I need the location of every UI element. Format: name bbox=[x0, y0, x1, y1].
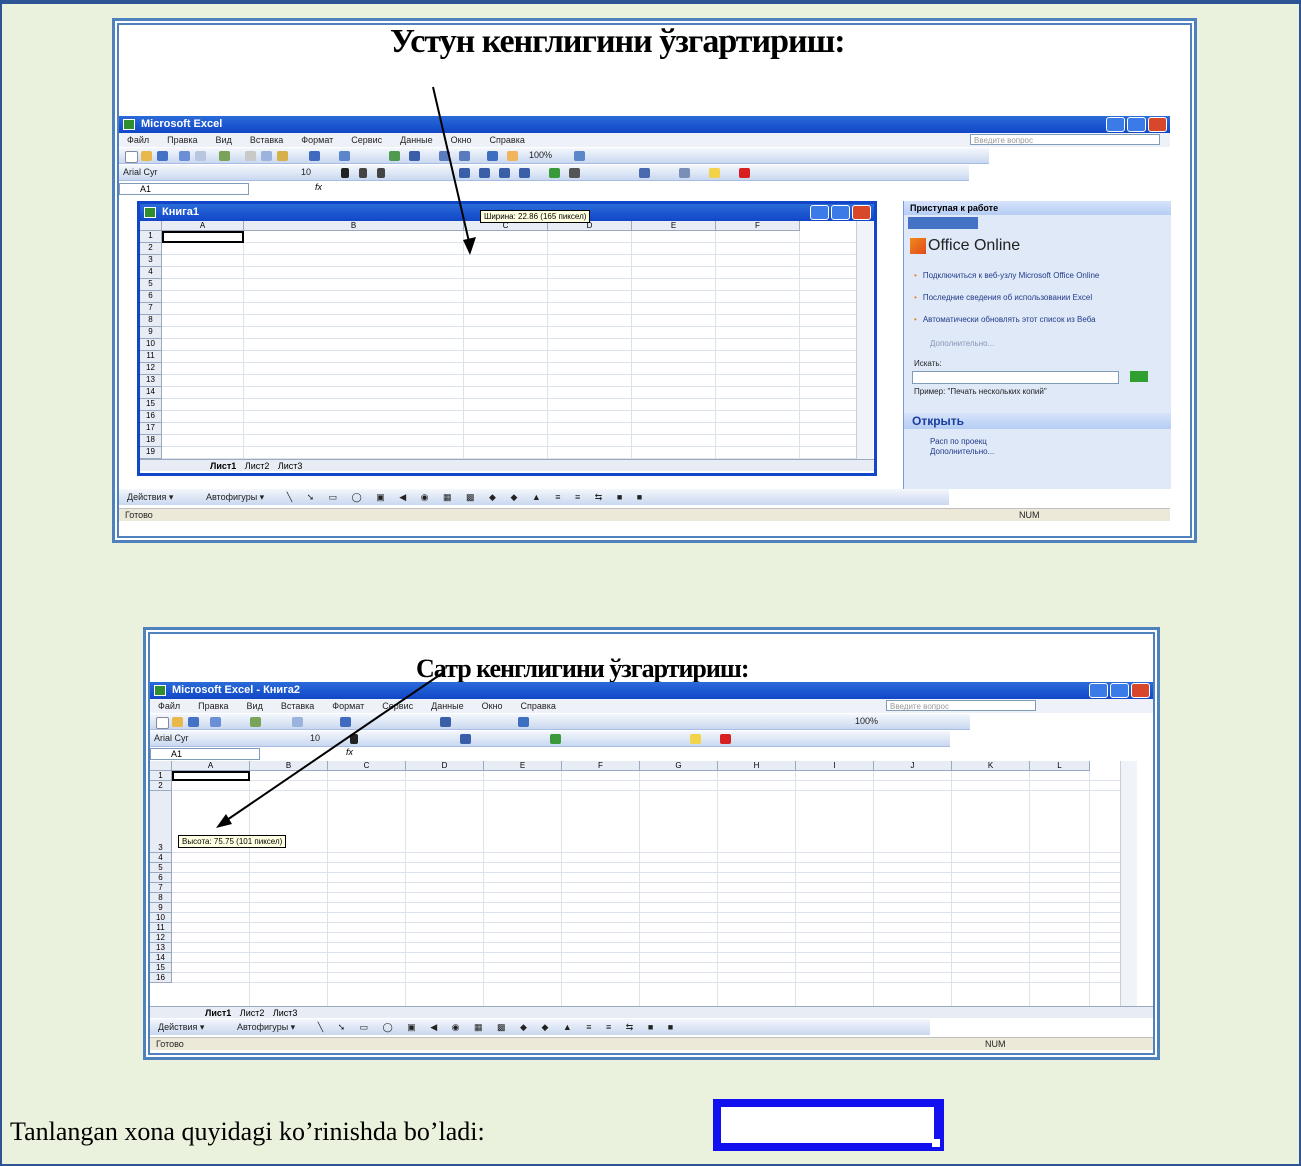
fill-handle bbox=[932, 1139, 940, 1147]
selected-cell-sample bbox=[713, 1099, 944, 1151]
selected-cell-interior bbox=[721, 1107, 934, 1143]
pointer-arrow-2 bbox=[216, 671, 445, 828]
column-width-screenshot: Устун кенглигини ўзгартириш: Microsoft E… bbox=[112, 18, 1197, 543]
pointer-arrow-1 bbox=[432, 86, 476, 255]
row-height-screenshot: Сатр кенглигини ўзгартириш: Microsoft Ex… bbox=[143, 627, 1160, 1060]
selected-cell-description: Tanlangan xona quyidagi ko’rinishda bo’l… bbox=[10, 1117, 485, 1146]
